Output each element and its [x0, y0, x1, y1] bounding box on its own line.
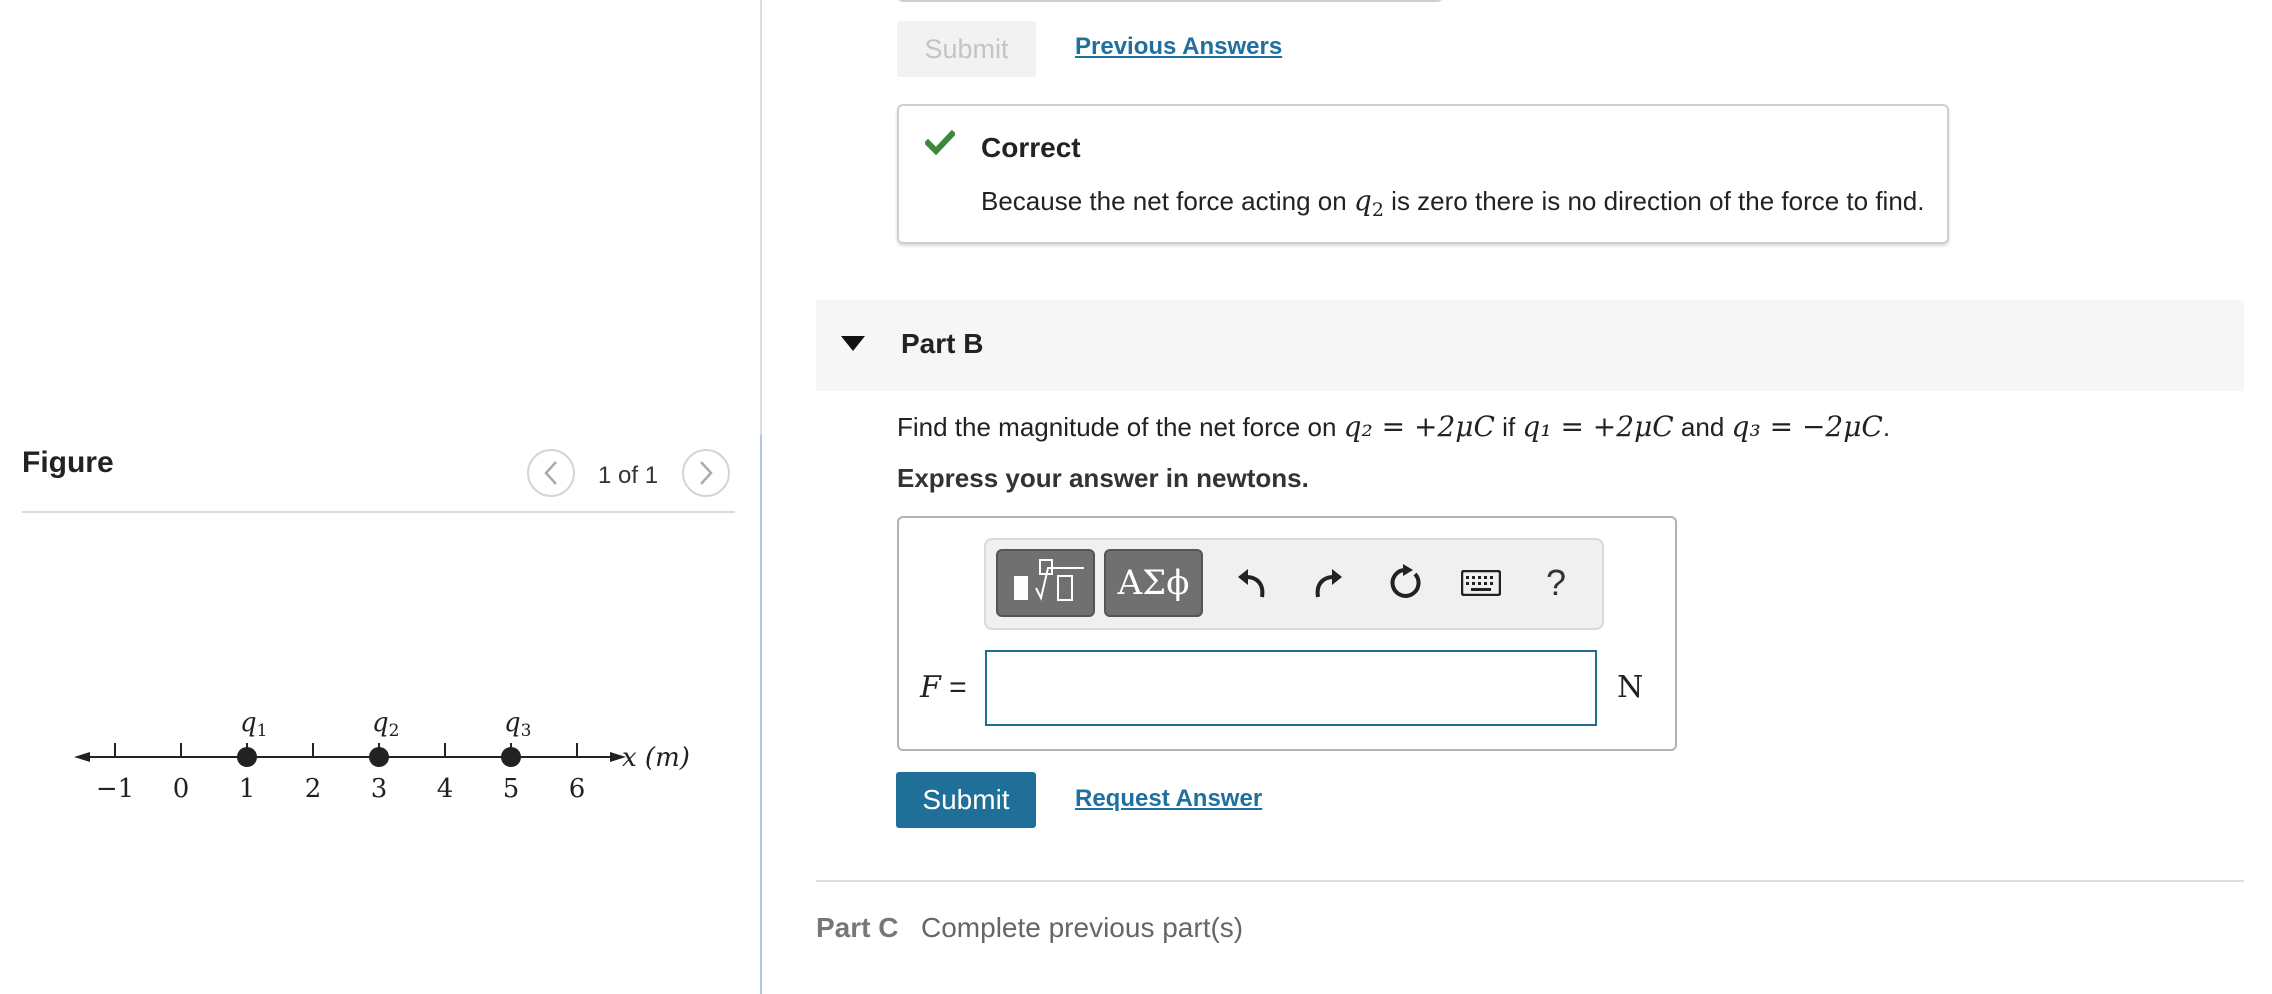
axis-label: x (m): [622, 743, 690, 773]
answer-unit: N: [1617, 670, 1644, 705]
axis-tick-label: 5: [503, 774, 520, 804]
question-text-2: if: [1494, 412, 1523, 442]
charge-number-line-diagram: −1 0 1 2 3 4 5 6 q1 q2 q3 x (m): [74, 708, 690, 804]
feedback-var-sub: 2: [1371, 199, 1384, 222]
question-text-3: and: [1673, 412, 1732, 442]
templates-button[interactable]: [996, 549, 1095, 617]
feedback-title: Correct: [981, 132, 1081, 163]
question-math-q3: q₃ = −2μC: [1731, 410, 1883, 443]
charge-label: q3: [504, 708, 531, 741]
question-math-q1: q₁ = +2μC: [1522, 410, 1674, 443]
chevron-left-icon: [544, 461, 557, 485]
figure-counter: 1 of 1: [598, 462, 659, 489]
axis-arrow-left: [74, 752, 90, 762]
keyboard-icon[interactable]: [1453, 549, 1509, 617]
part-b-header[interactable]: [816, 300, 2244, 391]
previous-answer-field-edge: [897, 0, 1443, 2]
figure-header-rule: [22, 511, 735, 513]
part-b-question: Find the magnitude of the net force on q…: [897, 410, 1890, 443]
charge-dot: [237, 747, 257, 767]
part-a-submit-button[interactable]: Submit: [897, 21, 1036, 77]
part-c-label: Part C: [816, 912, 899, 943]
axis-tick-label: 3: [371, 774, 388, 804]
caret-down-icon[interactable]: [841, 336, 865, 351]
axis-tick-label: 1: [239, 774, 256, 804]
axis-tick-label: 4: [437, 774, 454, 804]
axis-tick-label: 2: [305, 774, 322, 804]
redo-icon[interactable]: [1300, 549, 1356, 617]
request-answer-link[interactable]: Request Answer: [1075, 785, 1262, 813]
part-b-submit-button[interactable]: Submit: [896, 772, 1036, 828]
answer-equals: =: [940, 671, 967, 704]
charge-label-sub: 1: [257, 721, 268, 741]
feedback-text-1: Because the net force acting on: [981, 186, 1354, 216]
answer-variable-label: F =: [920, 670, 967, 705]
question-math-q2: q₂ = +2μC: [1343, 410, 1495, 443]
axis-tick-labels: −1 0 1 2 3 4 5 6: [96, 774, 585, 804]
axis-tick-label: 0: [173, 774, 190, 804]
charge-label: q1: [240, 708, 267, 741]
part-c-status: Complete previous part(s): [921, 912, 1244, 943]
answer-variable: F: [920, 670, 941, 705]
figure-title: Figure: [22, 446, 114, 479]
panel-divider-accent: [760, 435, 762, 994]
question-text-1: Find the magnitude of the net force on: [897, 412, 1344, 442]
next-figure-button[interactable]: [682, 449, 730, 497]
question-text-4: .: [1882, 412, 1891, 442]
answer-input[interactable]: [985, 650, 1597, 726]
answer-instruction: Express your answer in newtons.: [897, 463, 1309, 493]
charge-dot: [501, 747, 521, 767]
part-c-rule: [816, 880, 2244, 882]
feedback-text-2: is zero there is no direction of the for…: [1383, 186, 1925, 216]
axis-tick-label: −1: [96, 774, 134, 804]
feedback-message: Because the net force acting on q2 is ze…: [981, 184, 1924, 221]
charge-dot: [369, 747, 389, 767]
previous-answers-link[interactable]: Previous Answers: [1075, 33, 1282, 61]
help-button[interactable]: ?: [1528, 549, 1584, 617]
feedback-var: q: [1353, 184, 1372, 217]
figure-panel: [0, 0, 762, 994]
fraction-root-template-icon: [1013, 559, 1084, 601]
part-b-title: Part B: [901, 328, 984, 359]
reset-icon[interactable]: [1376, 549, 1432, 617]
charge-label-sub: 3: [521, 721, 532, 741]
chevron-right-icon: [700, 461, 713, 485]
charge-label: q2: [372, 708, 399, 741]
undo-icon[interactable]: [1224, 549, 1280, 617]
charge-label-sub: 2: [389, 721, 400, 741]
previous-figure-button[interactable]: [527, 449, 575, 497]
checkmark-icon: [925, 130, 955, 156]
correct-feedback-box: [897, 104, 1949, 244]
axis-tick-label: 6: [569, 774, 586, 804]
charges: q1 q2 q3: [237, 708, 531, 767]
greek-symbols-button[interactable]: ΑΣϕ: [1104, 549, 1203, 617]
